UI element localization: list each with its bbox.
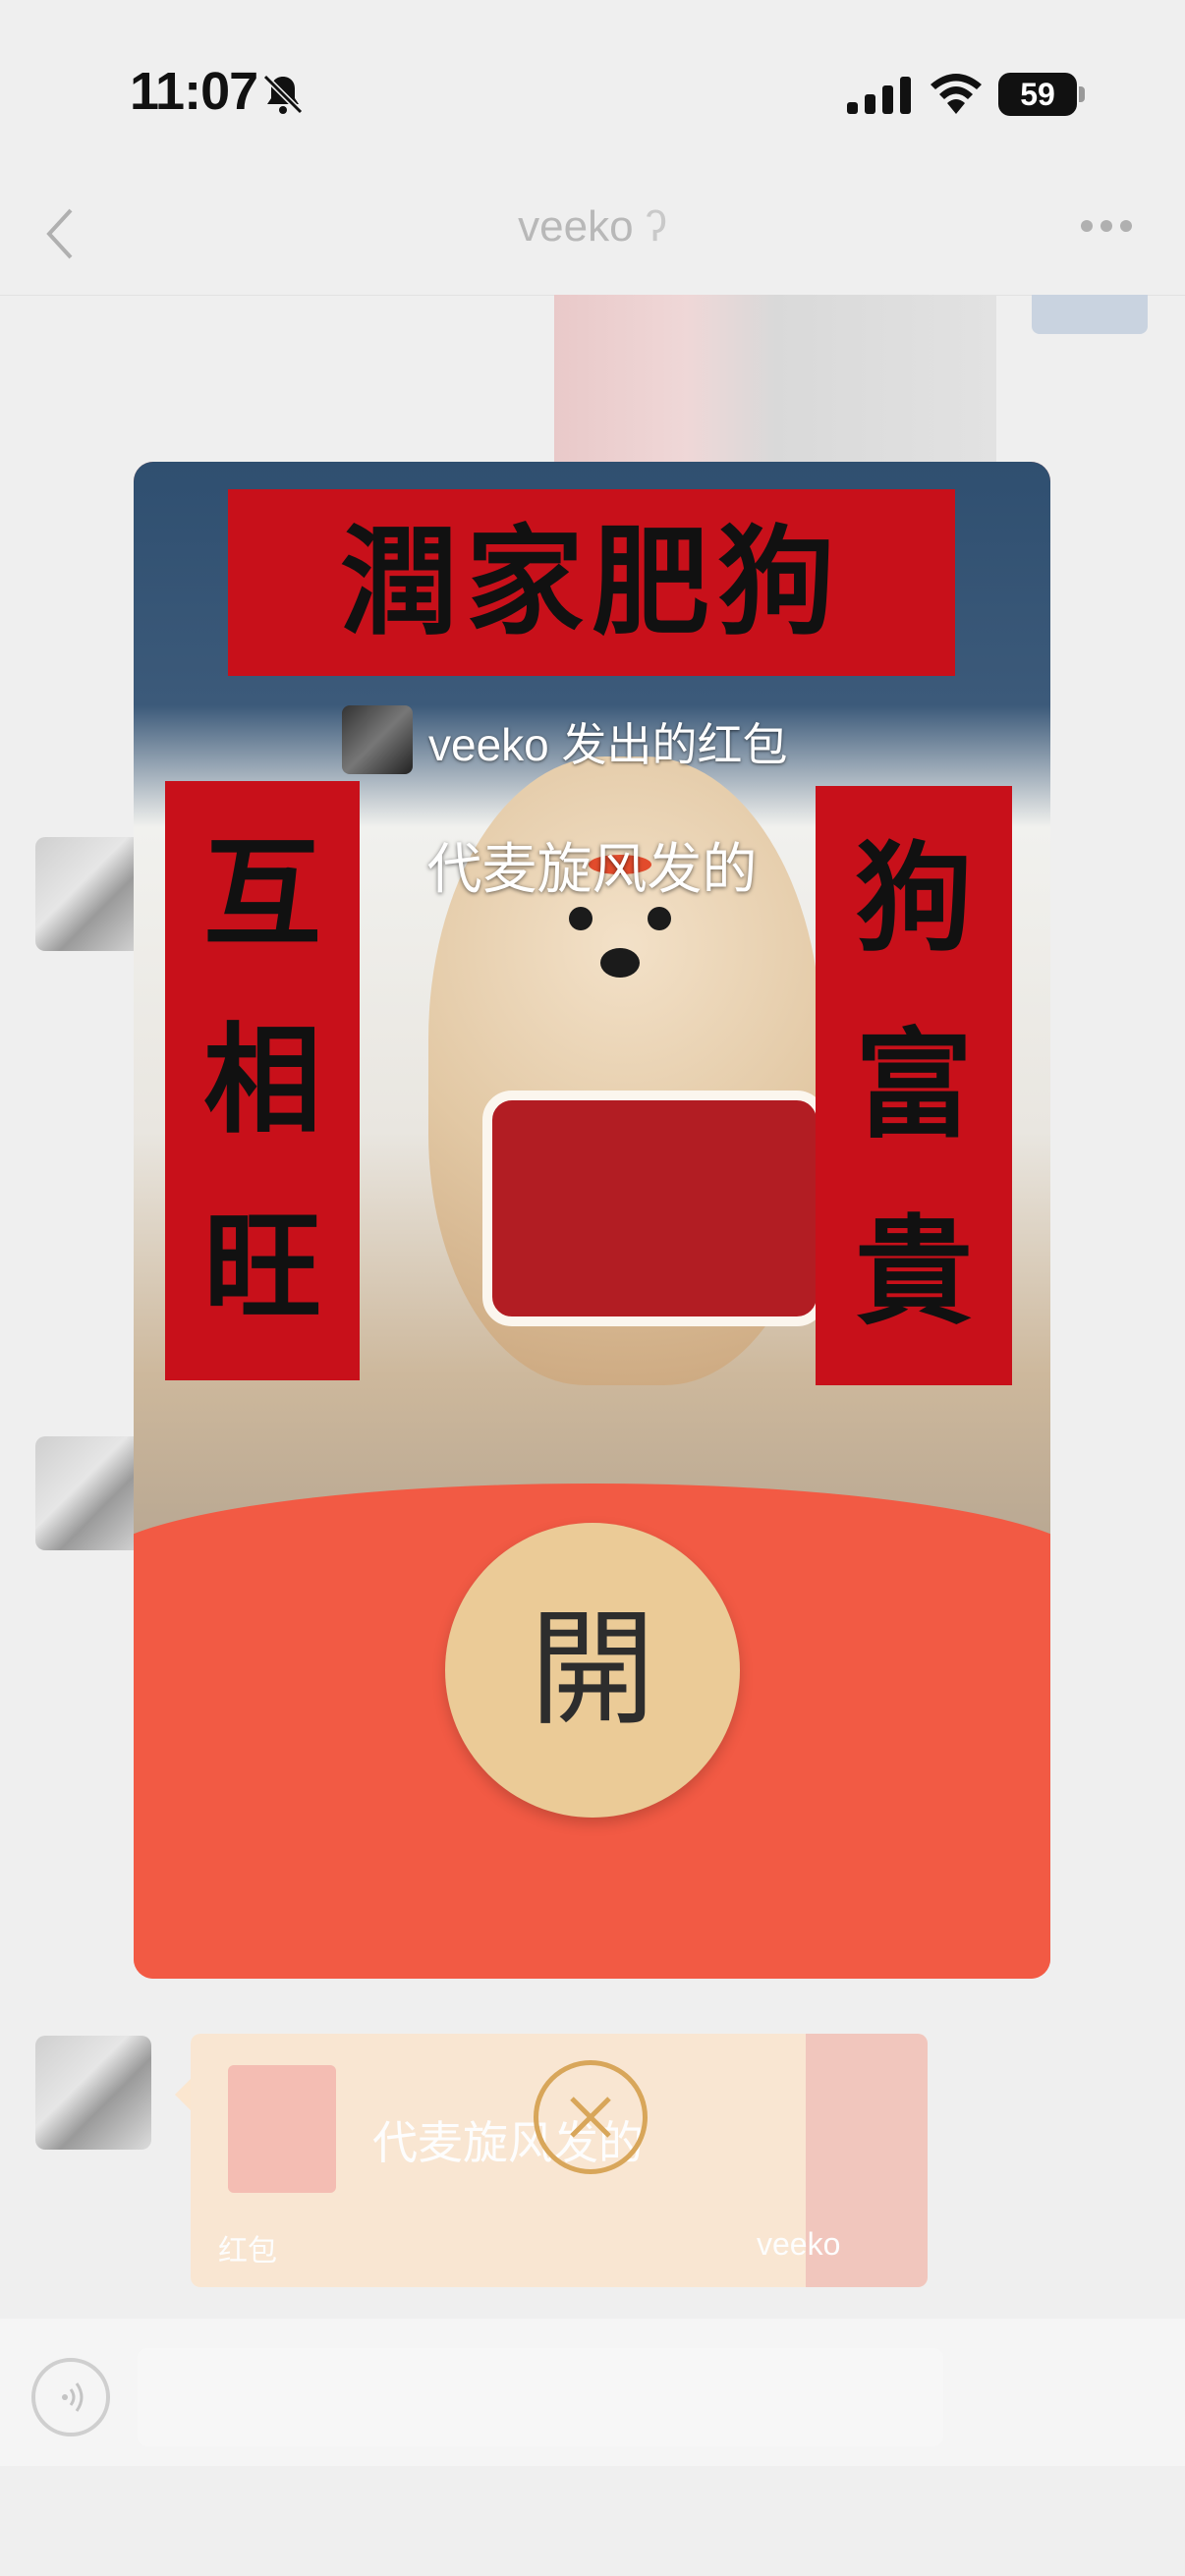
- bubble-tail: [175, 2079, 191, 2110]
- message-input[interactable]: [138, 2348, 943, 2446]
- bubble-sender: veeko: [757, 2226, 841, 2262]
- red-packet-icon: [228, 2065, 336, 2193]
- chat-image-message[interactable]: [554, 295, 996, 472]
- more-icon[interactable]: [1079, 218, 1134, 239]
- open-button[interactable]: 開: [445, 1523, 740, 1818]
- bubble-label: 红包: [218, 2235, 277, 2268]
- wifi-icon: [928, 71, 985, 121]
- battery-cap: [1079, 86, 1085, 102]
- cellular-signal-icon: [847, 77, 912, 121]
- top-couplet-banner: 潤家肥狗: [228, 489, 955, 676]
- red-packet-wish: 代麦旋风发的: [426, 838, 758, 900]
- battery-indicator: 59: [998, 73, 1077, 116]
- close-icon: [570, 2097, 611, 2138]
- avatar[interactable]: [35, 2036, 151, 2150]
- chat-title-text: veeko: [518, 202, 634, 251]
- sender-text: veeko 发出的红包: [428, 719, 788, 770]
- sender-avatar: [342, 705, 413, 774]
- silent-bell-icon: [261, 73, 305, 121]
- status-time: 11:07: [130, 62, 258, 121]
- ear-icon: ʔ: [633, 202, 667, 251]
- self-avatar[interactable]: [1032, 295, 1148, 334]
- dog-coat: [482, 1091, 826, 1326]
- close-button[interactable]: [534, 2060, 648, 2174]
- voice-icon[interactable]: [31, 2358, 110, 2436]
- chat-title: veeko ʔ: [0, 202, 1185, 252]
